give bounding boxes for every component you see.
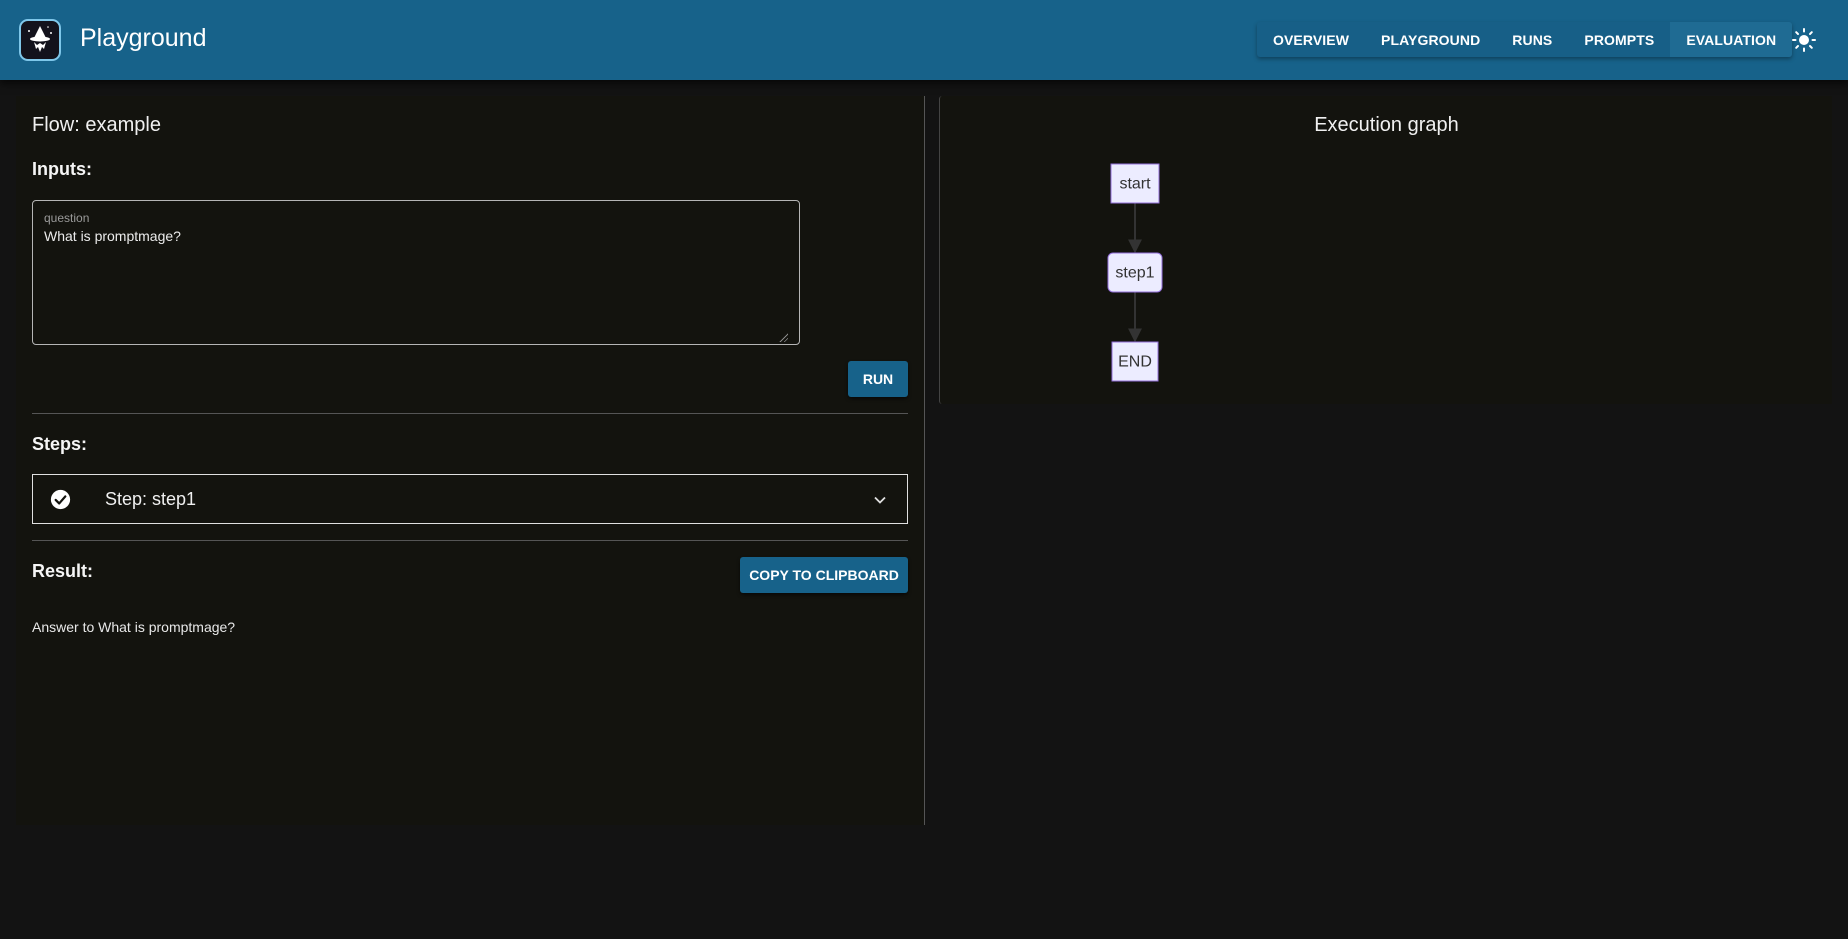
chevron-down-icon[interactable] (873, 493, 887, 507)
graph-node-label: start (1119, 176, 1151, 193)
divider (32, 540, 908, 541)
execution-graph: start step1 END (1107, 163, 1163, 382)
main-nav: OVERVIEW PLAYGROUND RUNS PROMPTS EVALUAT… (1257, 22, 1793, 57)
app-bar: Playground OVERVIEW PLAYGROUND RUNS PROM… (0, 0, 1848, 80)
question-field: question What is promptmage? (32, 200, 800, 345)
graph-node-label: END (1118, 354, 1152, 371)
check-circle-icon (50, 489, 71, 510)
nav-runs[interactable]: RUNS (1496, 22, 1568, 57)
steps-label: Steps: (32, 434, 88, 454)
sun-icon (1792, 28, 1816, 52)
question-input[interactable]: What is promptmage? (44, 228, 784, 336)
step-expansion-step1[interactable]: Step: step1 (32, 474, 908, 524)
graph-node-step1[interactable]: step1 (1107, 252, 1163, 293)
result-text: Answer to What is promptmage? (32, 619, 236, 635)
copy-to-clipboard-button[interactable]: COPY TO CLIPBOARD (740, 557, 908, 593)
nav-prompts[interactable]: PROMPTS (1568, 22, 1670, 57)
graph-node-END[interactable]: END (1111, 341, 1159, 382)
wizard-hat-icon (28, 26, 52, 52)
inputs-label: Inputs: (32, 159, 92, 179)
nav-playground[interactable]: PLAYGROUND (1365, 22, 1496, 57)
divider (32, 413, 908, 414)
flow-panel: Flow: example Inputs: question What is p… (16, 96, 925, 825)
flow-title: Flow: example (32, 114, 161, 136)
graph-node-label: step1 (1115, 265, 1154, 282)
nav-evaluation[interactable]: EVALUATION (1670, 22, 1793, 57)
execution-graph-panel: Execution graph start step1 END (939, 96, 1832, 404)
question-field-label: question (44, 211, 90, 225)
logo[interactable] (19, 19, 61, 61)
graph-node-start[interactable]: start (1110, 163, 1160, 204)
run-button[interactable]: RUN (848, 361, 908, 397)
theme-toggle-button[interactable] (1791, 27, 1817, 53)
result-label: Result: (32, 561, 94, 581)
app-title: Playground (80, 24, 207, 52)
step-label: Step: step1 (105, 489, 197, 509)
nav-overview[interactable]: OVERVIEW (1257, 22, 1365, 57)
